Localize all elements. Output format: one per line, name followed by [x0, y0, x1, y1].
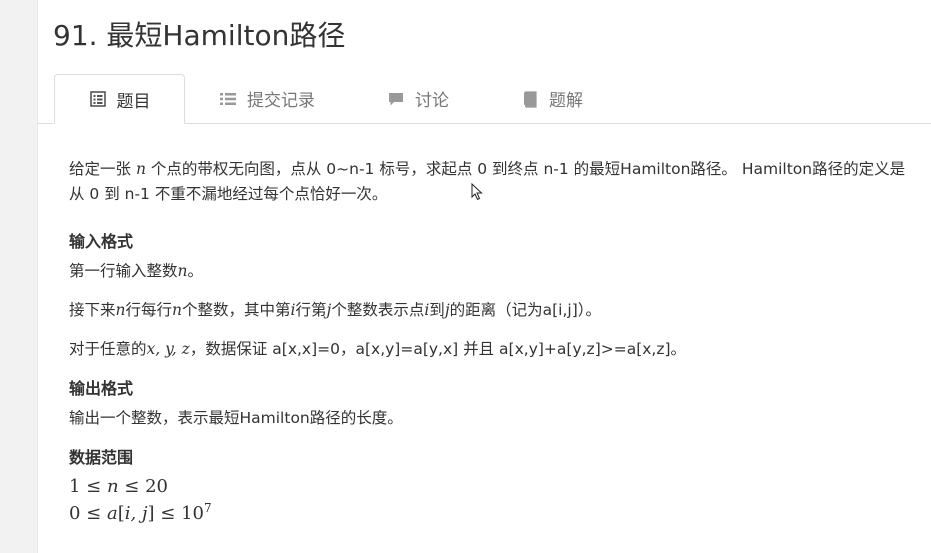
text: 个整数，其中第 [182, 301, 291, 320]
tab-problem[interactable]: 题目 [54, 74, 185, 124]
problem-content: 给定一张 n 个点的带权无向图，点从 0~n-1 标号，求起点 0 到终点 n-… [69, 157, 919, 526]
exponent: 7 [203, 500, 212, 515]
data-range-line-2: 0 ≤ a[i, j] ≤ 107 [69, 500, 919, 526]
text: ，数据保证 a[x,x]=0，a[x,y]=a[y,x] 并且 a[x,y]+a… [189, 340, 687, 359]
tab-submissions[interactable]: 提交记录 [219, 74, 315, 123]
output-format-text: 输出一个整数，表示最短Hamilton路径的长度。 [69, 409, 403, 428]
text: [ [117, 502, 125, 524]
text: 。 [187, 262, 204, 281]
page-title: 91. 最短Hamilton路径 [53, 19, 346, 52]
tab-label: 题解 [549, 91, 583, 111]
data-range-heading: 数据范围 [69, 448, 134, 468]
list-alt-icon [89, 90, 107, 108]
problem-description: 给定一张 n 个点的带权无向图，点从 0~n-1 标号，求起点 0 到终点 n-… [69, 157, 919, 207]
text: 个整数表示点 [331, 301, 425, 320]
description-text: 给定一张 [69, 160, 136, 178]
text: 对于任意的 [69, 340, 147, 359]
math-var: a [106, 502, 118, 524]
tab-label: 提交记录 [247, 91, 315, 111]
input-format-line-2: 接下来n行每行n个整数，其中第i行第j个整数表示点i到j的距离（记为a[i,j]… [69, 298, 919, 323]
tab-solutions[interactable]: 题解 [521, 74, 583, 123]
input-format-line-3: 对于任意的x, y, z，数据保证 a[x,x]=0，a[x,y]=a[y,x]… [69, 337, 919, 362]
math-var: x, y, z [146, 340, 190, 359]
input-format-heading: 输入格式 [69, 232, 134, 252]
description-text: 个点的带权无向图，点从 0~n-1 标号，求起点 0 到终点 n-1 的最短Ha… [69, 160, 906, 204]
tab-label: 讨论 [415, 91, 449, 111]
text: ] ≤ 10 [147, 502, 204, 524]
math-var: n [106, 476, 119, 498]
input-format-line-1: 第一行输入整数n。 [69, 259, 919, 284]
text: 到 [429, 301, 445, 320]
tab-label: 题目 [116, 91, 151, 112]
mouse-cursor-icon [471, 183, 483, 201]
text: 0 ≤ [69, 502, 107, 524]
comment-icon [387, 90, 405, 108]
list-icon [219, 90, 237, 108]
book-icon [521, 90, 539, 108]
tab-bar: 题目 提交记录 讨论 题解 [37, 74, 931, 124]
tab-discussion[interactable]: 讨论 [387, 74, 449, 123]
text: 的距离（记为a[i,j]）。 [449, 301, 602, 320]
math-var: i, j [124, 502, 148, 524]
text: ≤ 20 [118, 476, 169, 498]
text: 行第 [295, 301, 327, 320]
text: 接下来 [69, 301, 116, 320]
text: 行每行 [125, 301, 173, 320]
output-format-heading: 输出格式 [69, 379, 134, 399]
math-var: n [135, 160, 146, 178]
text: 第一行输入整数 [69, 262, 178, 281]
data-range-line-1: 1 ≤ n ≤ 20 [69, 475, 919, 499]
math-var: n [115, 301, 126, 320]
text: 1 ≤ [69, 476, 107, 498]
math-var: n [177, 262, 188, 281]
math-var: n [172, 301, 182, 320]
